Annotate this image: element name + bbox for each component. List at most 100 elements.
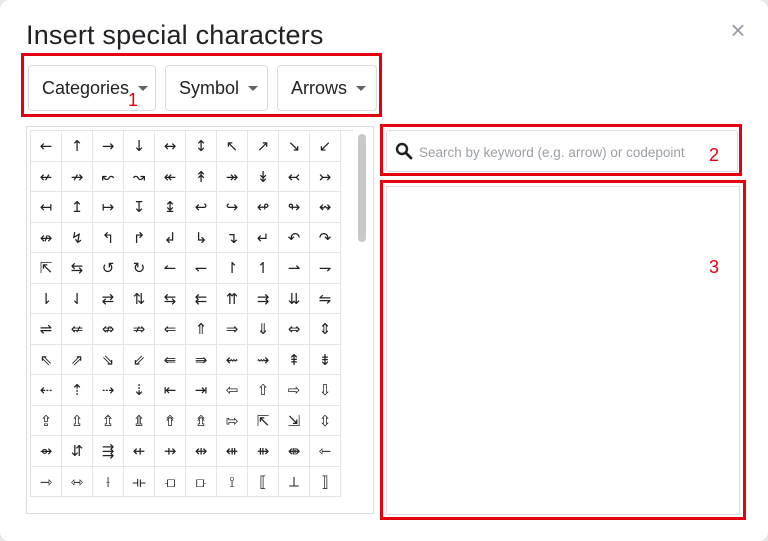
symbol-cell[interactable]: ⇃ (62, 283, 93, 314)
symbol-type-dropdown[interactable]: Symbol (165, 65, 268, 111)
symbol-cell[interactable]: ↘ (279, 131, 310, 162)
symbol-cell[interactable]: ⇚ (155, 344, 186, 375)
symbol-cell[interactable]: ⇨ (279, 375, 310, 406)
symbol-cell[interactable]: ⇖ (31, 344, 62, 375)
symbol-cell[interactable]: ⇡ (62, 375, 93, 406)
symbol-cell[interactable]: ↙ (310, 131, 341, 162)
symbol-cell[interactable]: ⟦ (248, 466, 279, 497)
symbol-cell[interactable]: ⇽ (310, 436, 341, 467)
symbol-cell[interactable]: ↲ (155, 222, 186, 253)
symbol-cell[interactable]: ↬ (279, 192, 310, 223)
symbol-cell[interactable]: ↦ (93, 192, 124, 223)
symbol-cell[interactable]: ⇧ (248, 375, 279, 406)
symbol-cell[interactable]: ⇫ (62, 405, 93, 436)
symbol-cell[interactable]: ⟂ (279, 466, 310, 497)
symbol-cell[interactable]: ⇳ (310, 405, 341, 436)
symbol-cell[interactable]: ↞ (155, 161, 186, 192)
symbol-cell[interactable]: ⇿ (62, 466, 93, 497)
symbol-cell[interactable]: ↠ (217, 161, 248, 192)
symbol-cell[interactable]: ↤ (31, 192, 62, 223)
symbol-cell[interactable]: ↗ (248, 131, 279, 162)
symbol-cell[interactable]: ↖ (217, 131, 248, 162)
symbol-cell[interactable]: ⇇ (186, 283, 217, 314)
symbol-cell[interactable]: ⇎ (93, 314, 124, 345)
symbol-cell[interactable]: ⇌ (31, 314, 62, 345)
symbol-cell[interactable]: ⇜ (217, 344, 248, 375)
symbol-cell[interactable]: ↢ (279, 161, 310, 192)
symbol-cell[interactable]: ↟ (186, 161, 217, 192)
symbol-cell[interactable]: ⇔ (279, 314, 310, 345)
symbol-cell[interactable]: ⇭ (124, 405, 155, 436)
symbol-cell[interactable]: ↚ (31, 161, 62, 192)
symbol-cell[interactable]: ⇟ (310, 344, 341, 375)
symbol-cell[interactable]: ↴ (217, 222, 248, 253)
symbol-cell[interactable]: ↵ (248, 222, 279, 253)
symbol-cell[interactable]: ↮ (31, 222, 62, 253)
symbol-cell[interactable]: ⇼ (279, 436, 310, 467)
symbol-cell[interactable]: ↫ (248, 192, 279, 223)
symbol-cell[interactable]: ⇓ (248, 314, 279, 345)
symbol-cell[interactable]: ⇱ (31, 253, 62, 284)
symbol-cell[interactable]: ⇺ (217, 436, 248, 467)
symbol-cell[interactable]: ⇛ (186, 344, 217, 375)
symbol-cell[interactable]: ↥ (62, 192, 93, 223)
symbol-cell[interactable]: ↣ (310, 161, 341, 192)
symbol-cell[interactable]: ← (31, 131, 62, 162)
symbol-cell[interactable]: ⇒ (217, 314, 248, 345)
symbol-cell[interactable]: → (93, 131, 124, 162)
symbol-cell[interactable]: ↓ (124, 131, 155, 162)
symbol-cell[interactable]: ⟧ (310, 466, 341, 497)
symbol-cell[interactable]: ↳ (186, 222, 217, 253)
symbol-cell[interactable]: ⇁ (310, 253, 341, 284)
symbol-cell[interactable]: ⇐ (155, 314, 186, 345)
symbol-cell[interactable]: ↽ (186, 253, 217, 284)
symbol-cell[interactable]: ⇱ (248, 405, 279, 436)
symbol-cell[interactable]: ↻ (124, 253, 155, 284)
arrows-dropdown[interactable]: Arrows (277, 65, 377, 111)
symbol-grid-scrollbar[interactable] (358, 134, 366, 242)
symbol-cell[interactable]: ⇾ (31, 466, 62, 497)
symbol-cell[interactable]: ⇄ (93, 283, 124, 314)
symbol-cell[interactable]: ↨ (155, 192, 186, 223)
symbol-cell[interactable]: ⇯ (186, 405, 217, 436)
symbol-cell[interactable]: ↕ (186, 131, 217, 162)
symbol-cell[interactable]: ⇈ (217, 283, 248, 314)
symbol-cell[interactable]: ↰ (93, 222, 124, 253)
symbol-cell[interactable]: ⇗ (62, 344, 93, 375)
symbol-cell[interactable]: ⇢ (93, 375, 124, 406)
symbol-cell[interactable]: ↩ (186, 192, 217, 223)
symbol-cell[interactable]: ↾ (217, 253, 248, 284)
symbol-cell[interactable]: ↝ (124, 161, 155, 192)
symbol-cell[interactable]: ⇦ (217, 375, 248, 406)
symbol-cell[interactable]: ⇴ (31, 436, 62, 467)
symbol-cell[interactable]: ⇑ (186, 314, 217, 345)
symbol-cell[interactable]: ↛ (62, 161, 93, 192)
symbol-cell[interactable]: ↷ (310, 222, 341, 253)
symbol-cell[interactable]: ⇘ (93, 344, 124, 375)
symbol-cell[interactable]: ⇆ (155, 283, 186, 314)
symbol-cell[interactable]: ↿ (248, 253, 279, 284)
symbol-cell[interactable]: ↪ (217, 192, 248, 223)
symbol-cell[interactable]: ⟊ (93, 466, 124, 497)
symbol-cell[interactable]: ↼ (155, 253, 186, 284)
close-icon[interactable]: × (726, 17, 750, 43)
symbol-cell[interactable]: ⇕ (310, 314, 341, 345)
symbol-cell[interactable]: ⇩ (310, 375, 341, 406)
symbol-cell[interactable]: ↔ (155, 131, 186, 162)
search-input[interactable] (417, 139, 721, 165)
symbol-cell[interactable]: ⇝ (248, 344, 279, 375)
symbol-cell[interactable]: ⇀ (279, 253, 310, 284)
symbol-cell[interactable]: ↡ (248, 161, 279, 192)
symbol-cell[interactable]: ⟟ (217, 466, 248, 497)
symbol-cell[interactable]: ↧ (124, 192, 155, 223)
symbol-cell[interactable]: ⇞ (279, 344, 310, 375)
symbol-cell[interactable]: ⇠ (31, 375, 62, 406)
symbol-cell[interactable]: ↭ (310, 192, 341, 223)
symbol-cell[interactable]: ⇹ (186, 436, 217, 467)
symbol-cell[interactable]: ⇊ (279, 283, 310, 314)
symbol-cell[interactable]: ⇮ (155, 405, 186, 436)
symbol-cell[interactable]: ⇣ (124, 375, 155, 406)
symbol-cell[interactable]: ↑ (62, 131, 93, 162)
symbol-cell[interactable]: ⇋ (310, 283, 341, 314)
symbol-cell[interactable]: ⇆ (62, 253, 93, 284)
